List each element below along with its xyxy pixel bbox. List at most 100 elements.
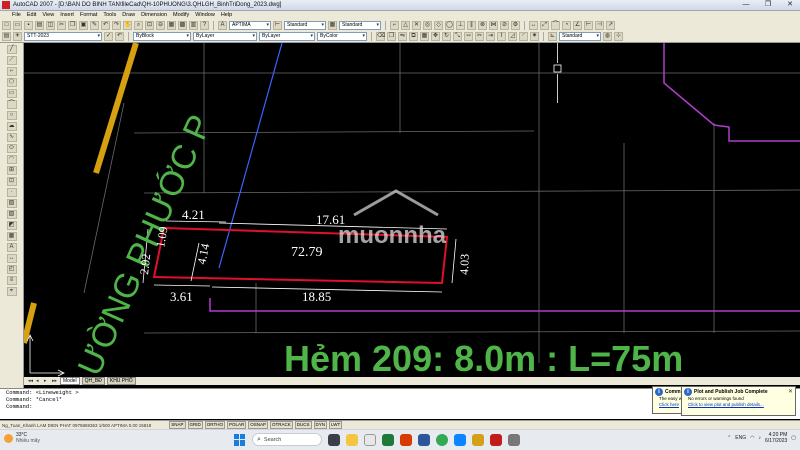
osnap-endpoint-icon[interactable]: ⌐ — [390, 20, 399, 30]
notification-bell-icon[interactable]: ▢ — [791, 435, 796, 441]
menu-dimension[interactable]: Dimension — [141, 12, 167, 18]
menu-view[interactable]: View — [42, 12, 54, 18]
menu-window[interactable]: Window — [195, 12, 215, 18]
dim-linear-icon[interactable]: ↔ — [529, 20, 538, 30]
notepad-icon[interactable] — [364, 433, 376, 446]
osnap-none-icon[interactable]: ⊘ — [500, 20, 509, 30]
paste-icon[interactable]: ▣ — [79, 20, 88, 30]
minimize-button[interactable]: — — [738, 1, 754, 9]
layer-state-icon[interactable]: ☀ — [13, 32, 22, 41]
modify-array-icon[interactable]: ▦ — [420, 32, 429, 41]
ucs-icon[interactable]: ⊾ — [548, 32, 557, 41]
chrome-icon[interactable] — [436, 433, 448, 446]
task-view-icon[interactable] — [328, 433, 340, 446]
help-icon[interactable]: ? — [200, 20, 209, 30]
point-icon[interactable]: · — [6, 188, 17, 197]
osnap-toggle[interactable]: OSNAP — [248, 421, 268, 429]
weather-widget[interactable]: 33°C Nhiều mây — [4, 432, 40, 444]
osnap-tangent-icon[interactable]: ◯ — [445, 20, 454, 30]
modify-trim-icon[interactable]: ✂ — [475, 32, 484, 41]
design-center-icon[interactable]: ▩ — [178, 20, 187, 30]
make-current-icon[interactable]: ✓ — [104, 32, 113, 41]
modify-copy-icon[interactable]: ❐ — [387, 32, 396, 41]
dim-arc-icon[interactable]: ⌒ — [551, 20, 560, 30]
line-icon[interactable]: ╱ — [6, 45, 17, 54]
cut-icon[interactable]: ✂ — [57, 20, 66, 30]
mtext-icon[interactable]: A — [6, 243, 17, 252]
gradient-icon[interactable]: ▧ — [6, 210, 17, 219]
plot-details-link[interactable]: Click to view plot and publish details..… — [682, 402, 795, 408]
dim-angle-icon[interactable]: ∠ — [573, 20, 582, 30]
print-icon[interactable]: ▤ — [35, 20, 44, 30]
wifi-icon[interactable]: ◠ — [750, 435, 754, 441]
tab-model[interactable]: Model — [60, 377, 80, 385]
osnap-settings-icon[interactable]: ⚙ — [511, 20, 520, 30]
spline-icon[interactable]: ∿ — [6, 133, 17, 142]
powerpoint-icon[interactable] — [400, 433, 412, 446]
tab-first-button[interactable]: ◂◂ — [28, 378, 34, 384]
menu-format[interactable]: Format — [80, 12, 97, 18]
menu-draw[interactable]: Draw — [122, 12, 135, 18]
modify-rotate-icon[interactable]: ↻ — [442, 32, 451, 41]
table-style-select[interactable]: Standard — [339, 20, 381, 30]
open-icon[interactable]: ▭ — [13, 20, 22, 30]
menu-insert[interactable]: Insert — [60, 12, 74, 18]
arc-icon[interactable]: ⌒ — [6, 100, 17, 109]
tab-next-button[interactable]: ▸ — [44, 378, 50, 384]
menu-help[interactable]: Help — [221, 12, 232, 18]
redo-icon[interactable]: ↷ — [112, 20, 121, 30]
modify-fillet-icon[interactable]: ◜ — [519, 32, 528, 41]
list-icon[interactable]: ≡ — [6, 276, 17, 285]
osnap-center-icon[interactable]: ◎ — [423, 20, 432, 30]
dim-radius-icon[interactable]: ◔ — [562, 20, 571, 30]
text-style-select[interactable]: APTIMA — [229, 20, 271, 30]
otrack-toggle[interactable]: OTRACK — [270, 421, 293, 429]
properties-icon[interactable]: ▦ — [167, 20, 176, 30]
text-style-icon[interactable]: A — [218, 20, 227, 30]
modify-extend-icon[interactable]: ⇥ — [486, 32, 495, 41]
menu-tools[interactable]: Tools — [103, 12, 116, 18]
plot-style-select[interactable]: ByColor — [317, 32, 367, 41]
taskbar-search[interactable]: ⌕ Search — [252, 433, 322, 446]
table-icon[interactable]: ▦ — [6, 232, 17, 241]
modify-erase-icon[interactable]: ⌫ — [376, 32, 385, 41]
osnap-midpoint-icon[interactable]: △ — [401, 20, 410, 30]
close-button[interactable]: ✕ — [782, 1, 798, 9]
dim-continue-icon[interactable]: ⊣ — [595, 20, 604, 30]
polyline-icon[interactable]: ⌐ — [6, 67, 17, 76]
word-icon[interactable] — [418, 433, 430, 446]
menu-edit[interactable]: Edit — [27, 12, 36, 18]
ellipse-arc-icon[interactable]: ◠ — [6, 155, 17, 164]
tab-last-button[interactable]: ▸▸ — [52, 378, 58, 384]
xline-icon[interactable]: ⟋ — [6, 56, 17, 65]
dim-aligned-icon[interactable]: ⤢ — [540, 20, 549, 30]
dim-leader-icon[interactable]: ↗ — [606, 20, 615, 30]
new-icon[interactable]: □ — [2, 20, 11, 30]
tab-prev-button[interactable]: ◂ — [36, 378, 42, 384]
polygon-icon[interactable]: ⬠ — [6, 78, 17, 87]
polar-toggle[interactable]: POLAR — [226, 421, 247, 429]
layer-manager-icon[interactable]: ▤ — [2, 32, 11, 41]
chevron-up-icon[interactable]: ⌃ — [727, 435, 731, 441]
color-select[interactable]: ByBlock — [133, 32, 191, 41]
menu-modify[interactable]: Modify — [173, 12, 189, 18]
save-icon[interactable]: ▪ — [24, 20, 33, 30]
windows-start-icon[interactable] — [234, 433, 246, 446]
make-block-icon[interactable]: ⊡ — [6, 177, 17, 186]
dim-baseline-icon[interactable]: ⊢ — [584, 20, 593, 30]
undo-icon[interactable]: ↶ — [101, 20, 110, 30]
ellipse-icon[interactable]: ⬭ — [6, 144, 17, 153]
preview-icon[interactable]: ◫ — [46, 20, 55, 30]
plot-publish-notification[interactable]: ✕ i Plot and Publish Job Complete No erro… — [681, 386, 796, 416]
tab-qh-bd[interactable]: QH_BĐ — [81, 377, 105, 385]
modify-chamfer-icon[interactable]: ◿ — [508, 32, 517, 41]
ducs-toggle[interactable]: DUCS — [294, 421, 312, 429]
tab-khu-pho[interactable]: KHU PHỐ — [106, 377, 136, 385]
dim-style-icon[interactable]: ⊢ — [273, 20, 282, 30]
menu-file[interactable]: File — [12, 12, 21, 18]
revcloud-icon[interactable]: ☁ — [6, 122, 17, 131]
ortho-toggle[interactable]: ORTHO — [204, 421, 225, 429]
drawing-canvas[interactable]: Hẻm 209: 8.0m : L=75m ƯỜNG PHƯỚC P 4.21 … — [24, 43, 800, 377]
table-style-icon[interactable]: ▦ — [328, 20, 337, 30]
ucs-origin-icon[interactable]: ⊹ — [614, 32, 623, 41]
